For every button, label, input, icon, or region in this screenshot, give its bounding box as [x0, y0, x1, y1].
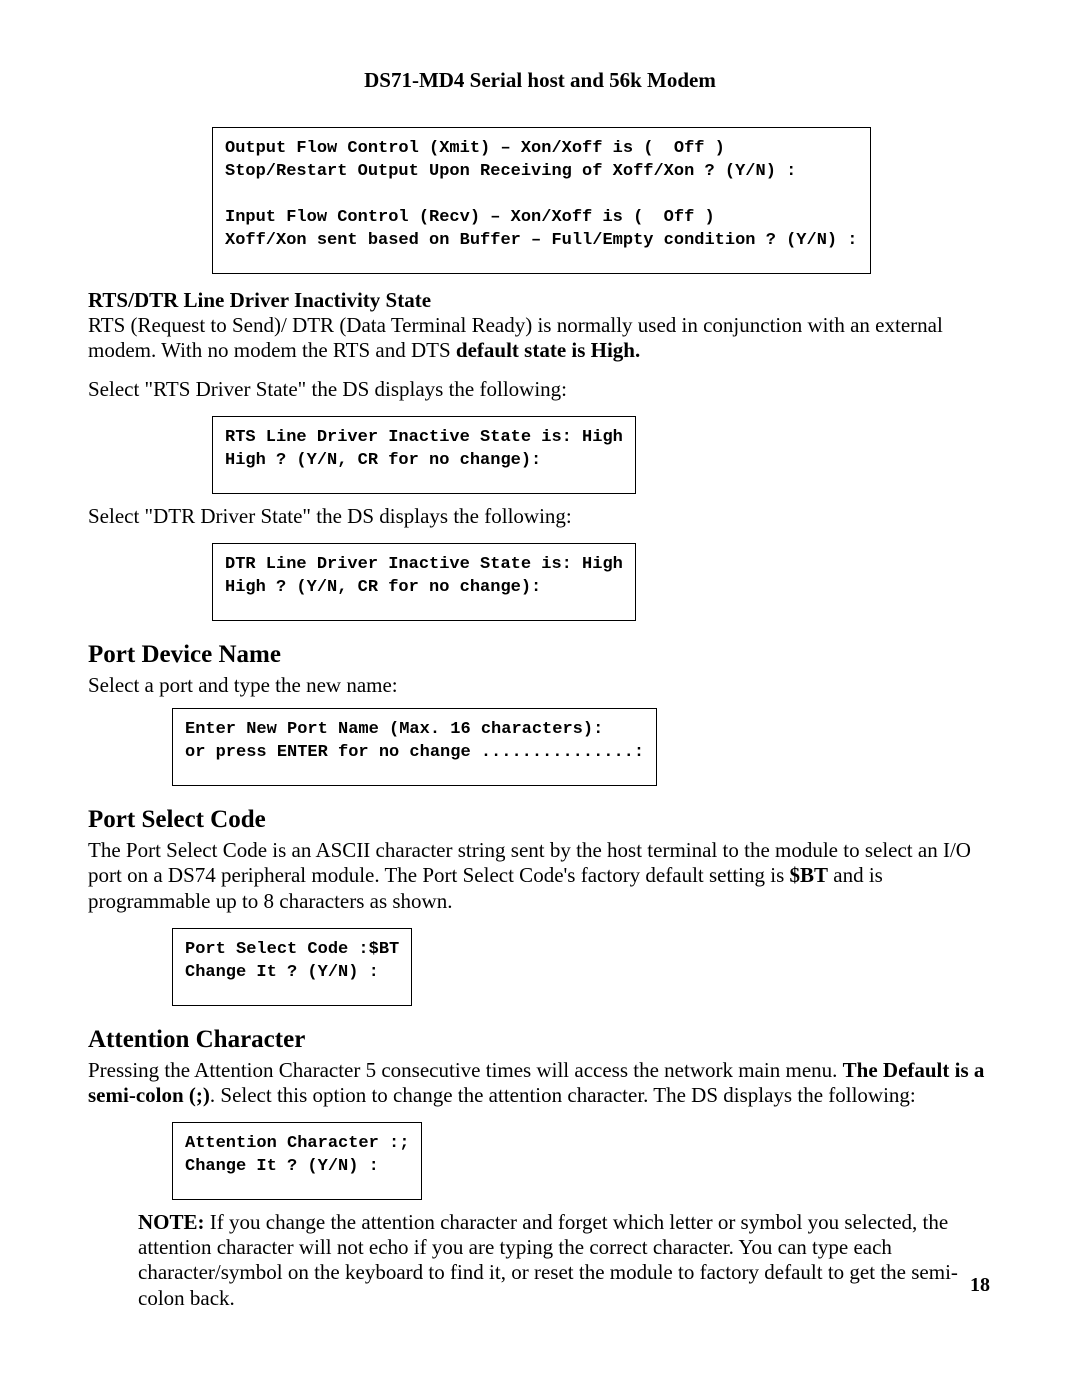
- para-rts-select: Select "RTS Driver State" the DS display…: [88, 377, 992, 402]
- note-block: NOTE: If you change the attention charac…: [138, 1210, 982, 1311]
- para-port-select-code: The Port Select Code is an ASCII charact…: [88, 838, 992, 914]
- page-number: 18: [970, 1274, 990, 1297]
- code-box-attention-wrapper: Attention Character :; Change It ? (Y/N)…: [172, 1122, 992, 1200]
- page: DS71-MD4 Serial host and 56k Modem Outpu…: [0, 0, 1080, 1397]
- page-header: DS71-MD4 Serial host and 56k Modem: [88, 68, 992, 93]
- code-box-psc-wrapper: Port Select Code :$BT Change It ? (Y/N) …: [172, 928, 992, 1006]
- para-port-device-name: Select a port and type the new name:: [88, 673, 992, 698]
- note-label: NOTE:: [138, 1210, 205, 1234]
- code-box-dtr: DTR Line Driver Inactive State is: High …: [212, 543, 636, 621]
- para-ac-text1: Pressing the Attention Character 5 conse…: [88, 1058, 843, 1082]
- para-dtr-select: Select "DTR Driver State" the DS display…: [88, 504, 992, 529]
- code-box-attention-character: Attention Character :; Change It ? (Y/N)…: [172, 1122, 422, 1200]
- code-box-port-name: Enter New Port Name (Max. 16 characters)…: [172, 708, 657, 786]
- code-box-dtr-wrapper: DTR Line Driver Inactive State is: High …: [212, 543, 992, 621]
- note-text: If you change the attention character an…: [138, 1210, 958, 1310]
- para-attention-character: Pressing the Attention Character 5 conse…: [88, 1058, 992, 1108]
- code-box-flow-control: Output Flow Control (Xmit) – Xon/Xoff is…: [212, 127, 871, 274]
- heading-port-select-code: Port Select Code: [88, 806, 992, 834]
- heading-rts-dtr: RTS/DTR Line Driver Inactivity State: [88, 288, 992, 313]
- code-box-rts: RTS Line Driver Inactive State is: High …: [212, 416, 636, 494]
- para-rts-intro: RTS (Request to Send)/ DTR (Data Termina…: [88, 313, 992, 363]
- code-box-port-select-code: Port Select Code :$BT Change It ? (Y/N) …: [172, 928, 412, 1006]
- code-box-flow-control-wrapper: Output Flow Control (Xmit) – Xon/Xoff is…: [212, 127, 992, 274]
- code-box-rts-wrapper: RTS Line Driver Inactive State is: High …: [212, 416, 992, 494]
- heading-port-device-name: Port Device Name: [88, 641, 992, 669]
- para-ac-text2: . Select this option to change the atten…: [210, 1083, 916, 1107]
- para-psc-bold: $BT: [790, 863, 829, 887]
- heading-attention-character: Attention Character: [88, 1026, 992, 1054]
- code-box-port-name-wrapper: Enter New Port Name (Max. 16 characters)…: [172, 708, 992, 786]
- para-rts-intro-bold: default state is High.: [456, 338, 640, 362]
